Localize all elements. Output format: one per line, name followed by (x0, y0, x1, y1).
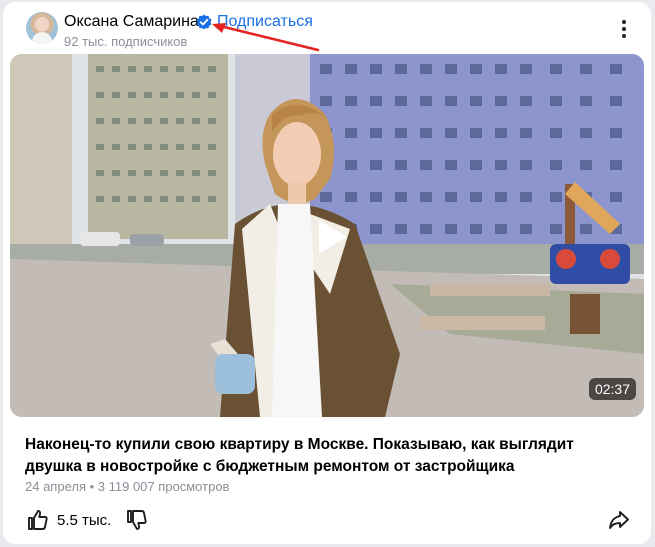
video-duration: 02:37 (588, 378, 636, 400)
like-count: 5.5 тыс. (57, 512, 112, 529)
thumbs-down-icon[interactable] (125, 508, 149, 532)
video-card: Оксана Самарина Подписаться 92 тыс. подп… (3, 2, 651, 544)
thumbs-up-icon[interactable] (26, 508, 50, 532)
action-bar: 5.5 тыс. (3, 502, 651, 542)
avatar[interactable] (26, 12, 58, 44)
annotation-arrow (212, 23, 320, 52)
subscriber-count: 92 тыс. подписчиков (64, 34, 188, 49)
video-title[interactable]: Наконец-то купили свою квартиру в Москве… (25, 434, 625, 478)
play-icon[interactable] (317, 220, 347, 254)
channel-name[interactable]: Оксана Самарина (64, 13, 199, 31)
more-vertical-icon[interactable] (621, 20, 627, 40)
share-arrow-icon[interactable] (607, 508, 631, 532)
card-header: Оксана Самарина Подписаться 92 тыс. подп… (3, 2, 651, 54)
video-meta: 24 апреля • 3 119 007 просмотров (25, 479, 230, 494)
video-player[interactable]: 02:37 (10, 54, 644, 417)
